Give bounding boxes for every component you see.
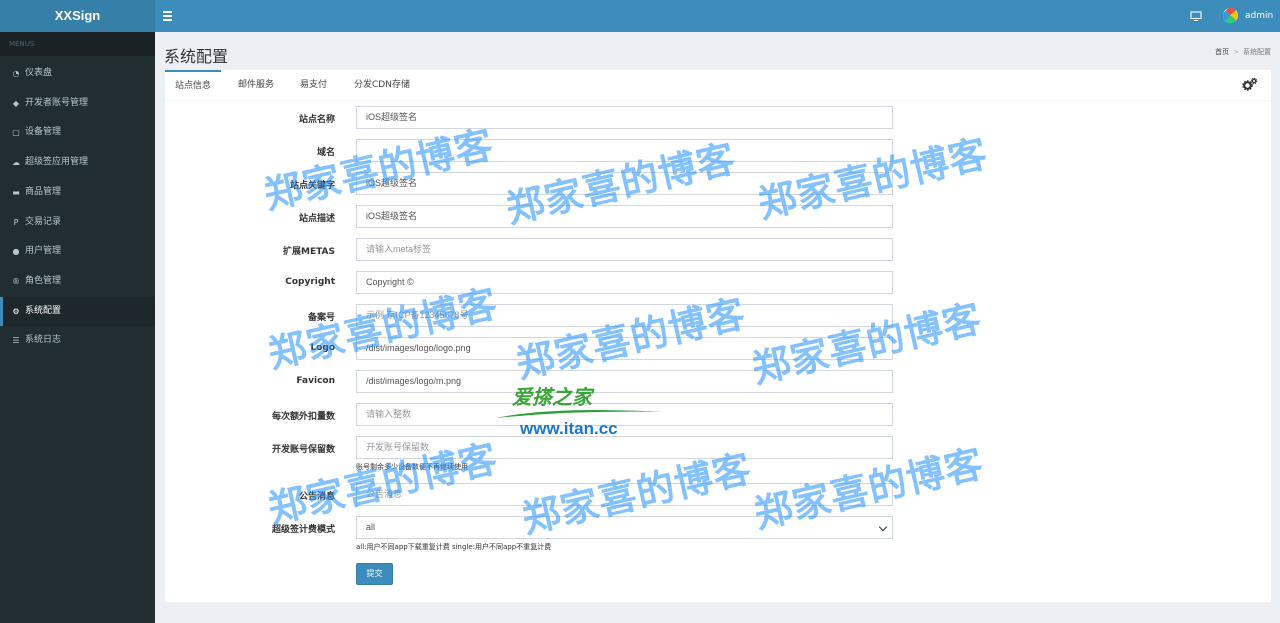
field-label: 域名 [316,148,335,158]
paypal-icon: P [13,217,19,227]
tab-easy-pay[interactable]: 易支付 [290,70,337,101]
sidebar-toggle-icon[interactable] [163,9,173,21]
breadcrumb-current: 系统配置 [1243,48,1271,56]
user-name[interactable]: admin [1245,0,1273,32]
text-field[interactable]: /dist/images/logo/m.png [356,370,893,393]
sidebar-item[interactable]: ☁ 超级签应用管理 [0,148,155,177]
sidebar-item-label: 系统日志 [25,335,62,346]
tab-mail-service[interactable]: 邮件服务 [228,70,284,101]
field-label: 站点名称 [298,115,335,125]
select-value: all [366,522,376,532]
text-field[interactable]: 请输入meta标签 [356,238,893,261]
tab-cdn-storage[interactable]: 分发CDN存储 [344,70,420,101]
top-navbar: XXSign admin [0,0,1280,32]
breadcrumb: 首页 > 系统配置 [1215,47,1271,57]
text-field[interactable]: 示例 京ICP备12345678号 [356,304,893,327]
help-text: 账号剩余多少设备数便不再继续使用 [356,463,468,471]
text-field[interactable]: Copyright © [356,271,893,294]
text-field[interactable]: 请输入整数 [356,403,893,426]
tab-bar: 站点信息 邮件服务 易支付 分发CDN存储 [165,70,1271,101]
sidebar-section-label: MENUS [9,40,35,48]
text-field[interactable] [356,139,893,162]
sidebar-item-label: 设备管理 [25,127,62,138]
sidebar-item-label: 角色管理 [25,275,62,286]
field-label: 开发账号保留数 [271,445,335,455]
sidebar-item[interactable]: ⚙ 系统配置 [0,296,155,326]
sidebar-item[interactable]: ▢ 设备管理 [0,118,155,147]
list-icon: ☰ [12,336,20,346]
text-field[interactable]: iOS超级签名 [356,106,893,129]
field-label: Logo [310,343,335,353]
submit-button[interactable]: 提交 [356,563,393,585]
field-label: 扩展METAS [283,247,335,257]
sidebar-item-label: 开发者账号管理 [25,97,89,108]
sidebar-item-label: 商品管理 [25,186,62,197]
comments-icon: ☁ [12,158,20,168]
billing-mode-select[interactable]: all [356,516,893,539]
field-label: 公告消息 [298,492,335,502]
text-field[interactable]: iOS超级签名 [356,172,893,195]
sidebar-item-label: 系统配置 [25,305,62,316]
tags-icon: ◆ [12,98,20,108]
field-label: 超级签计费模式 [271,525,335,535]
field-label: 站点关键字 [289,181,335,191]
sidebar-item[interactable]: ◔ 仪表盘 [0,59,155,88]
cog-icon: ⚙ [12,306,20,316]
gears-icon[interactable] [1242,77,1258,91]
sidebar-item-label: 仪表盘 [25,68,53,78]
dashboard-icon: ◔ [12,69,20,78]
text-field[interactable]: 公告消息 [356,483,893,506]
sidebar-item-label: 用户管理 [25,246,62,257]
sidebar-item[interactable]: ● 用户管理 [0,237,155,266]
sidebar: MENUS ◔ 仪表盘 ◆ 开发者账号管理 ▢ 设备管理 ☁ 超级签应用管理 ▬ 商品管理 P 交易记… [0,32,155,623]
settings-panel: 站点信息 邮件服务 易支付 分发CDN存储 站点名称 iOS超级签名 域名 站点关键字… [165,70,1271,602]
sidebar-item[interactable]: ▬ 商品管理 [0,178,155,207]
text-field[interactable]: iOS超级签名 [356,205,893,228]
sidebar-item[interactable]: ☰ 系统日志 [0,326,155,355]
keyboard-icon: ▬ [12,187,20,197]
sidebar-item-label: 交易记录 [25,216,62,227]
sidebar-item[interactable]: P 交易记录 [0,208,155,237]
help-text: all:用户不同app下载重复计费 single:用户不同app不重复计费 [356,543,552,551]
page-title: 系统配置 [164,47,229,66]
field-label: 每次额外扣量数 [271,412,335,422]
registered-icon: ® [12,276,20,286]
sidebar-item[interactable]: ® 角色管理 [0,267,155,296]
field-label: 备案号 [307,313,335,323]
user-icon: ● [12,247,20,257]
monitor-icon[interactable] [1190,10,1202,22]
field-label: 站点描述 [298,214,335,224]
sidebar-item-label: 超级签应用管理 [25,157,89,168]
tab-site-info[interactable]: 站点信息 [165,70,222,101]
breadcrumb-home[interactable]: 首页 [1215,48,1229,56]
chevron-down-icon [878,522,888,532]
copy-icon: ▢ [12,128,20,138]
text-field[interactable]: 开发账号保留数 [356,436,893,459]
field-label: Copyright [285,277,335,287]
breadcrumb-separator: > [1233,48,1239,56]
sidebar-item[interactable]: ◆ 开发者账号管理 [0,89,155,118]
text-field[interactable]: /dist/images/logo/logo.png [356,337,893,360]
user-avatar[interactable] [1223,8,1238,23]
field-label: Favicon [296,376,335,386]
brand-logo[interactable]: XXSign [0,0,155,32]
